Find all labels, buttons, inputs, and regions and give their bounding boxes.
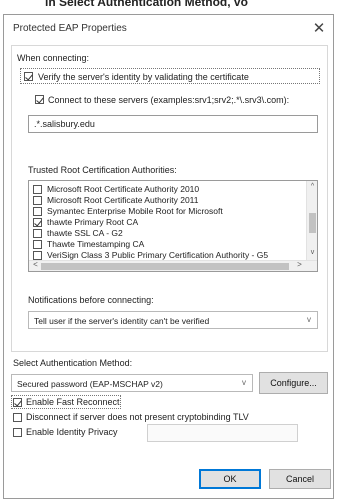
identity-privacy-input[interactable] [147, 424, 298, 442]
fast-reconnect-row[interactable]: Enable Fast Reconnect [11, 395, 121, 409]
fast-reconnect-label: Enable Fast Reconnect [26, 397, 120, 407]
identity-privacy-label: Enable Identity Privacy [26, 427, 118, 437]
scroll-down-icon[interactable]: v [307, 249, 317, 256]
notifications-dropdown[interactable]: Tell user if the server's identity can't… [28, 311, 318, 329]
trusted-roots-heading: Trusted Root Certification Authorities: [28, 165, 177, 175]
ca-checkbox[interactable] [33, 185, 42, 194]
cryptobinding-checkbox[interactable] [13, 413, 22, 422]
notifications-heading: Notifications before connecting: [28, 295, 154, 305]
protected-eap-dialog: Protected EAP Properties ✕ When connecti… [3, 14, 334, 499]
scroll-up-icon[interactable]: ^ [307, 183, 317, 190]
horizontal-scroll-thumb[interactable] [41, 263, 289, 270]
notifications-selected: Tell user if the server's identity can't… [34, 316, 210, 326]
identity-privacy-checkbox[interactable] [13, 428, 22, 437]
ca-label: Microsoft Root Certificate Authority 201… [47, 195, 199, 205]
connection-panel: When connecting: Verify the server's ide… [11, 45, 328, 352]
ca-checkbox[interactable] [33, 229, 42, 238]
connect-servers-checkbox[interactable] [35, 95, 44, 104]
ca-label: thawte Primary Root CA [47, 217, 139, 227]
ca-checkbox[interactable] [33, 218, 42, 227]
configure-button[interactable]: Configure... [259, 372, 328, 394]
servers-input[interactable]: .*.salisbury.edu [28, 115, 318, 133]
list-item[interactable]: thawte SSL CA - G2 [33, 228, 303, 239]
trusted-roots-list[interactable]: Microsoft Root Certificate Authority 201… [28, 180, 318, 272]
list-item[interactable]: Microsoft Root Certificate Authority 201… [33, 195, 303, 206]
vertical-scroll-thumb[interactable] [309, 213, 316, 233]
list-item[interactable]: Microsoft Root Certificate Authority 201… [33, 184, 303, 195]
ok-button[interactable]: OK [199, 469, 261, 489]
close-icon[interactable]: ✕ [305, 15, 333, 43]
scroll-right-icon[interactable]: > [294, 260, 305, 269]
auth-method-selected: Secured password (EAP-MSCHAP v2) [17, 379, 163, 389]
list-item[interactable]: Thawte Timestamping CA [33, 239, 303, 250]
cancel-button[interactable]: Cancel [269, 469, 331, 489]
ca-label: Thawte Timestamping CA [47, 239, 145, 249]
list-item[interactable]: Symantec Enterprise Mobile Root for Micr… [33, 206, 303, 217]
scroll-left-icon[interactable]: < [30, 260, 41, 269]
vertical-scrollbar[interactable]: ^ v [306, 181, 317, 262]
servers-input-value: .*.salisbury.edu [34, 119, 95, 129]
verify-identity-row[interactable]: Verify the server's identity by validati… [20, 68, 320, 84]
horizontal-scrollbar[interactable]: < > [29, 260, 317, 271]
cryptobinding-label: Disconnect if server does not present cr… [26, 412, 249, 422]
verify-identity-checkbox[interactable] [24, 72, 33, 81]
ca-label: Symantec Enterprise Mobile Root for Micr… [47, 206, 223, 216]
chevron-down-icon: v [307, 315, 311, 324]
ca-label: thawte SSL CA - G2 [47, 228, 123, 238]
ca-checkbox[interactable] [33, 207, 42, 216]
verify-identity-label: Verify the server's identity by validati… [38, 72, 249, 82]
ca-checkbox[interactable] [33, 251, 42, 260]
ca-label: Microsoft Root Certificate Authority 201… [47, 184, 200, 194]
ca-label: VeriSign Class 3 Public Primary Certific… [47, 250, 269, 260]
list-item[interactable]: thawte Primary Root CA [33, 217, 303, 228]
auth-method-dropdown[interactable]: Secured password (EAP-MSCHAP v2) v [11, 374, 253, 392]
caption-text: in Select Authentication Method, vo [45, 0, 248, 9]
fast-reconnect-checkbox[interactable] [13, 398, 22, 407]
when-connecting-heading: When connecting: [17, 53, 90, 63]
connect-servers-label: Connect to these servers (examples:srv1;… [48, 95, 290, 105]
title-bar: Protected EAP Properties ✕ [4, 15, 333, 43]
ca-checkbox[interactable] [33, 240, 42, 249]
window-title: Protected EAP Properties [13, 23, 127, 34]
ca-checkbox[interactable] [33, 196, 42, 205]
auth-method-heading: Select Authentication Method: [13, 358, 133, 368]
caption-strip: in Select Authentication Method, vo [0, 0, 338, 14]
chevron-down-icon: v [242, 378, 246, 387]
